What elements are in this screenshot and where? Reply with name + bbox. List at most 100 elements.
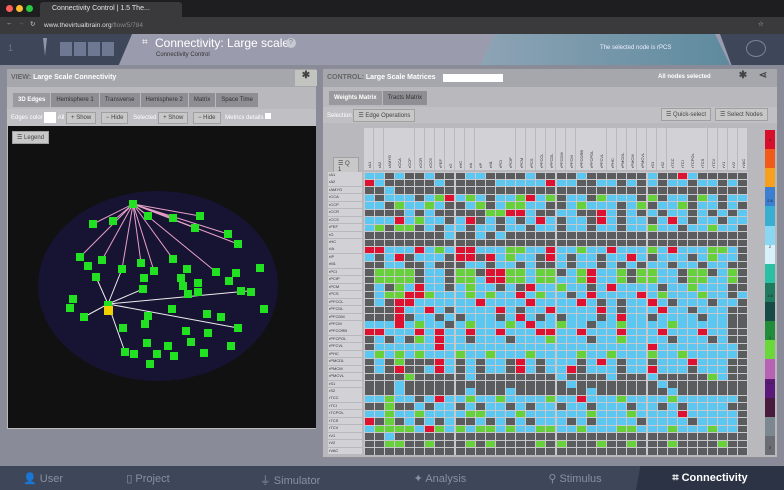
matrix-cell[interactable] (455, 209, 465, 217)
matrix-cell[interactable] (435, 321, 445, 328)
matrix-cell[interactable] (667, 336, 677, 343)
matrix-cell[interactable] (415, 187, 425, 194)
matrix-cell[interactable] (475, 440, 485, 448)
matrix-cell[interactable] (495, 202, 505, 209)
matrix-cell[interactable] (637, 276, 647, 284)
matrix-cell[interactable] (576, 448, 586, 455)
matrix-cell[interactable] (495, 224, 505, 232)
matrix-cell[interactable] (546, 239, 556, 247)
matrix-cell[interactable] (506, 179, 516, 187)
column-label[interactable]: rTCS (697, 128, 707, 170)
matrix-cell[interactable] (698, 209, 708, 217)
matrix-cell[interactable] (637, 202, 647, 209)
matrix-cell[interactable] (526, 336, 536, 343)
matrix-cell[interactable] (526, 403, 536, 410)
matrix-cell[interactable] (708, 254, 718, 261)
matrix-cell[interactable] (647, 172, 657, 179)
matrix-cell[interactable] (637, 388, 647, 395)
matrix-cell[interactable] (576, 306, 586, 314)
matrix-cell[interactable] (637, 269, 647, 276)
matrix-cell[interactable] (677, 202, 687, 209)
matrix-cell[interactable] (495, 306, 505, 314)
matrix-cell[interactable] (384, 269, 394, 276)
matrix-cell[interactable] (475, 343, 485, 351)
matrix-cell[interactable] (718, 425, 728, 433)
matrix-cell[interactable] (586, 395, 596, 403)
matrix-cell[interactable] (667, 246, 677, 254)
matrix-cell[interactable] (536, 321, 546, 328)
matrix-cell[interactable] (667, 314, 677, 321)
matrix-cell[interactable] (536, 209, 546, 217)
matrix-cell[interactable] (708, 202, 718, 209)
matrix-cell[interactable] (536, 239, 546, 247)
matrix-cell[interactable] (415, 284, 425, 291)
nav-analysis[interactable]: ✦ Analysis (370, 466, 510, 490)
matrix-cell[interactable] (415, 232, 425, 239)
matrix-cell[interactable] (597, 358, 607, 366)
matrix-cell[interactable] (445, 366, 455, 373)
row-label[interactable]: rS1 (328, 380, 362, 388)
matrix-cell[interactable] (536, 366, 546, 373)
reload-icon[interactable]: ↻ (30, 20, 35, 28)
matrix-cell[interactable] (425, 299, 435, 306)
matrix-cell[interactable] (637, 314, 647, 321)
matrix-cell[interactable] (586, 366, 596, 373)
matrix-cell[interactable] (677, 425, 687, 433)
matrix-cell[interactable] (647, 366, 657, 373)
matrix-cell[interactable] (445, 194, 455, 202)
matrix-cell[interactable] (384, 254, 394, 261)
matrix-cell[interactable] (637, 254, 647, 261)
matrix-cell[interactable] (485, 202, 495, 209)
matrix-cell[interactable] (647, 284, 657, 291)
matrix-cell[interactable] (384, 187, 394, 194)
matrix-cell[interactable] (698, 299, 708, 306)
matrix-cell[interactable] (384, 202, 394, 209)
matrix-cell[interactable] (556, 187, 566, 194)
column-label[interactable]: rA1 (364, 128, 374, 170)
matrix-cell[interactable] (556, 351, 566, 358)
matrix-cell[interactable] (657, 395, 667, 403)
matrix-cell[interactable] (556, 410, 566, 418)
matrix-cell[interactable] (506, 172, 516, 179)
matrix-cell[interactable] (495, 187, 505, 194)
matrix-cell[interactable] (384, 291, 394, 299)
matrix-cell[interactable] (394, 179, 404, 187)
matrix-cell[interactable] (495, 358, 505, 366)
matrix-cell[interactable] (455, 299, 465, 306)
matrix-cell[interactable] (728, 388, 738, 395)
matrix-cell[interactable] (465, 351, 475, 358)
matrix-cell[interactable] (425, 321, 435, 328)
matrix-cell[interactable] (566, 232, 576, 239)
matrix-cell[interactable] (597, 209, 607, 217)
matrix-cell[interactable] (455, 328, 465, 336)
matrix-cell[interactable] (576, 269, 586, 276)
matrix-cell[interactable] (687, 433, 697, 440)
row-label[interactable]: rPCIP (328, 276, 362, 283)
matrix-cell[interactable] (465, 254, 475, 261)
legend-button[interactable]: ☰ Legend (12, 131, 50, 144)
matrix-cell[interactable] (465, 172, 475, 179)
matrix-cell[interactable] (465, 366, 475, 373)
matrix-cell[interactable] (647, 321, 657, 328)
matrix-cell[interactable] (597, 351, 607, 358)
matrix-cell[interactable] (546, 306, 556, 314)
matrix-cell[interactable] (586, 403, 596, 410)
matrix-cell[interactable] (465, 261, 475, 269)
column-label[interactable]: rFEF (434, 128, 445, 170)
column-label[interactable]: rG (444, 128, 455, 170)
matrix-cell[interactable] (698, 448, 708, 455)
matrix-cell[interactable] (637, 224, 647, 232)
matrix-cell[interactable] (687, 425, 697, 433)
matrix-cell[interactable] (516, 209, 526, 217)
matrix-cell[interactable] (526, 261, 536, 269)
matrix-cell[interactable] (415, 202, 425, 209)
column-label[interactable]: rPCS (525, 128, 536, 170)
matrix-cell[interactable] (698, 373, 708, 381)
matrix-cell[interactable] (475, 306, 485, 314)
matrix-cell[interactable] (586, 425, 596, 433)
matrix-cell[interactable] (485, 291, 495, 299)
matrix-cell[interactable] (627, 187, 637, 194)
matrix-cell[interactable] (516, 410, 526, 418)
matrix-cell[interactable] (576, 410, 586, 418)
matrix-cell[interactable] (465, 232, 475, 239)
